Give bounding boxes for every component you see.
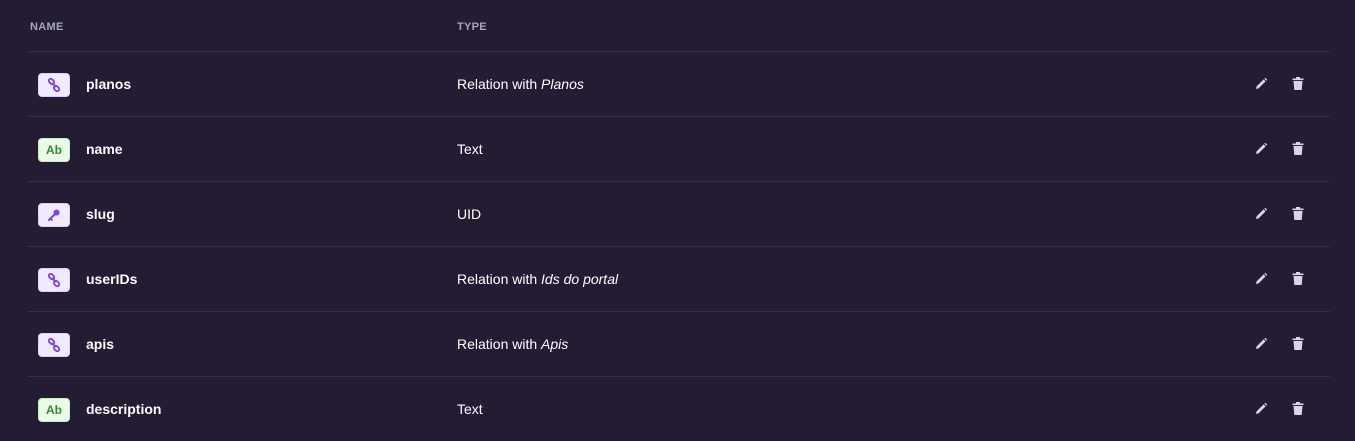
column-header-type: TYPE xyxy=(457,21,487,33)
trash-icon[interactable] xyxy=(1290,206,1306,222)
table-row: slug UID xyxy=(28,182,1330,247)
relation-icon xyxy=(38,73,70,97)
table-row: userIDs Relation with Ids do portal xyxy=(28,247,1330,312)
relation-target: Apis xyxy=(541,336,569,352)
trash-icon[interactable] xyxy=(1290,336,1306,352)
field-type: Relation with Planos xyxy=(457,76,584,92)
fields-table: NAME TYPE planos Relation with Planos Ab… xyxy=(28,0,1330,441)
edit-icon[interactable] xyxy=(1253,76,1269,92)
field-type-prefix: Relation with xyxy=(457,76,542,92)
field-type-prefix: Text xyxy=(457,141,483,157)
relation-target: Ids do portal xyxy=(541,271,619,287)
trash-icon[interactable] xyxy=(1290,141,1306,157)
field-name: description xyxy=(86,401,162,417)
field-type: UID xyxy=(457,206,481,222)
edit-icon[interactable] xyxy=(1253,401,1269,417)
relation-icon xyxy=(38,333,70,357)
field-name: planos xyxy=(86,76,132,92)
edit-icon[interactable] xyxy=(1253,206,1269,222)
table-row: planos Relation with Planos xyxy=(28,52,1330,117)
relation-target: Planos xyxy=(541,76,584,92)
field-type-prefix: Relation with xyxy=(457,271,542,287)
field-name: name xyxy=(86,141,123,157)
column-header-name: NAME xyxy=(30,21,64,33)
field-name: userIDs xyxy=(86,271,138,287)
edit-icon[interactable] xyxy=(1253,141,1269,157)
table-row: Ab description Text xyxy=(28,377,1330,441)
field-name: slug xyxy=(86,206,115,222)
field-name: apis xyxy=(86,336,115,352)
trash-icon[interactable] xyxy=(1290,271,1306,287)
field-type-prefix: Text xyxy=(457,401,483,417)
table-row: apis Relation with Apis xyxy=(28,312,1330,377)
edit-icon[interactable] xyxy=(1253,336,1269,352)
field-type: Text xyxy=(457,401,483,417)
trash-icon[interactable] xyxy=(1290,76,1306,92)
trash-icon[interactable] xyxy=(1290,401,1306,417)
field-type: Text xyxy=(457,141,483,157)
field-type-prefix: Relation with xyxy=(457,336,542,352)
relation-icon xyxy=(38,268,70,292)
edit-icon[interactable] xyxy=(1253,271,1269,287)
uid-key-icon xyxy=(38,203,70,227)
text-icon: Ab xyxy=(38,138,70,162)
table-row: Ab name Text xyxy=(28,117,1330,182)
text-icon: Ab xyxy=(38,398,70,422)
table-header: NAME TYPE xyxy=(28,0,1330,52)
field-type: Relation with Ids do portal xyxy=(457,271,618,287)
field-type-prefix: UID xyxy=(457,206,482,222)
field-type: Relation with Apis xyxy=(457,336,568,352)
